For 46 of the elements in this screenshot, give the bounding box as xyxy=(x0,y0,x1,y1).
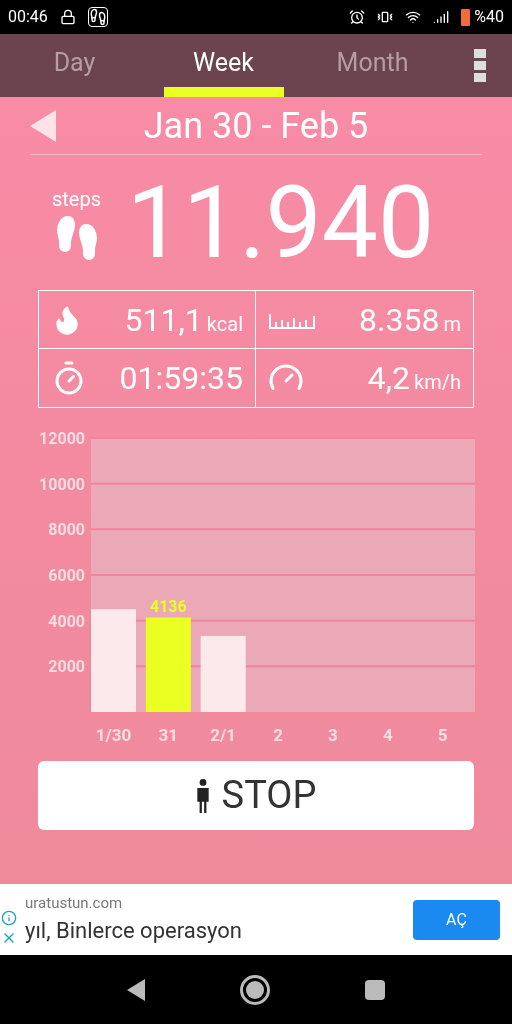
axis-label: 2 xyxy=(273,725,283,745)
home-icon[interactable] xyxy=(240,974,270,1005)
stat-value: 511,1 xyxy=(124,299,203,341)
recents-icon[interactable] xyxy=(364,979,385,1000)
status-time: 00:46 xyxy=(8,6,48,28)
axis-label: 5 xyxy=(437,725,448,745)
footprints-icon xyxy=(87,7,108,27)
axis-label: 8000 xyxy=(48,520,85,540)
steps-label: steps xyxy=(52,185,102,213)
battery-icon xyxy=(461,8,471,26)
menu-icon[interactable] xyxy=(473,49,486,82)
stat-unit: m xyxy=(443,310,461,338)
axis-label: 6000 xyxy=(48,566,85,585)
stat-value: 4,2 xyxy=(367,358,411,399)
wifi-icon xyxy=(405,9,422,25)
stat-value: 8.358 xyxy=(359,299,440,341)
stat-value: 01:59:35 xyxy=(119,358,243,399)
tab[interactable]: Month xyxy=(298,34,447,97)
lock-icon xyxy=(59,9,76,25)
axis-label: 31 xyxy=(158,725,179,745)
person-icon xyxy=(195,778,210,813)
alarm-icon xyxy=(349,9,366,25)
axis-label: 10000 xyxy=(39,474,85,494)
axis-label: 4000 xyxy=(48,611,85,631)
tab[interactable]: Day xyxy=(0,34,149,97)
axis-label: 4 xyxy=(382,725,393,745)
step-count: 11.940 xyxy=(125,172,436,273)
ad-domain: uratustun.com xyxy=(25,892,124,914)
battery-level: %40 xyxy=(474,6,504,28)
axis-label: 12000 xyxy=(39,429,85,448)
axis-label: 3 xyxy=(328,725,338,745)
data-label: 4136 xyxy=(150,596,187,616)
date-range: Jan 30 - Feb 5 xyxy=(142,103,370,149)
info-icon[interactable] xyxy=(1,909,17,926)
axis-label: 1/30 xyxy=(95,725,132,745)
open-button[interactable]: AÇ xyxy=(413,899,500,940)
stat-unit: km/h xyxy=(414,369,461,396)
axis-label: 2/1 xyxy=(210,725,237,745)
signal-icon xyxy=(433,9,450,25)
stop-button[interactable]: STOP xyxy=(38,761,474,830)
ad-headline: yıl, Binlerce operasyon xyxy=(25,917,243,946)
axis-label: 2000 xyxy=(48,657,85,677)
stat-unit: kcal xyxy=(206,310,243,338)
tab[interactable]: Week xyxy=(149,34,298,97)
back-icon[interactable] xyxy=(127,978,146,1001)
vibrate-icon xyxy=(377,9,394,25)
